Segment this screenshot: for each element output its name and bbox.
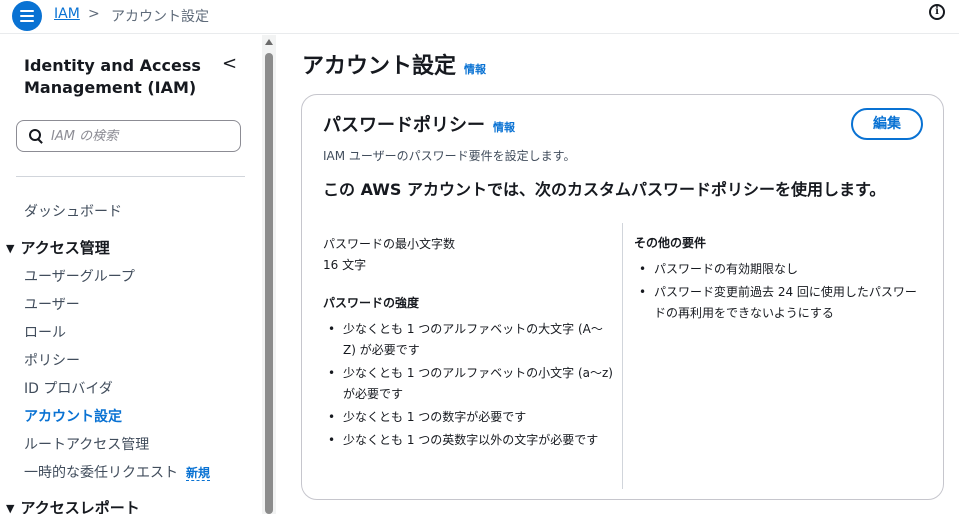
other-requirements-heading: その他の要件 (634, 236, 707, 250)
sidebar-item-account-settings[interactable]: アカウント設定 (24, 406, 122, 426)
card-description: IAM ユーザーのパスワード要件を設定します。 (323, 149, 576, 163)
search-icon (29, 129, 43, 143)
search-input[interactable] (51, 128, 221, 144)
search-box[interactable] (16, 120, 241, 152)
breadcrumb-current: アカウント設定 (111, 9, 209, 25)
list-item: パスワードの有効期限なし (634, 259, 924, 280)
sidebar-item-policies[interactable]: ポリシー (24, 350, 80, 370)
sidebar-item-dashboard[interactable]: ダッシュボード (24, 201, 122, 221)
edit-button[interactable]: 編集 (851, 108, 923, 140)
sidebar-scrollbar[interactable] (262, 35, 276, 514)
sidebar-item-user-groups[interactable]: ユーザーグループ (24, 266, 135, 286)
caret-down-icon: ▼ (6, 502, 15, 514)
sidebar-section-access-management[interactable]: ▼ アクセス管理 (6, 237, 110, 258)
sidebar-item-temporary-delegation[interactable]: 一時的な委任リクエスト 新規 (24, 462, 211, 482)
sidebar-section-label: アクセス管理 (20, 239, 110, 257)
sidebar-section-access-reports[interactable]: ▼ アクセスレポート (6, 497, 140, 514)
policy-heading: この AWS アカウントでは、次のカスタムパスワードポリシーを使用します。 (323, 180, 886, 199)
page-title: アカウント設定 情報 (302, 48, 486, 80)
list-item: 少なくとも 1 つのアルファベットの小文字 (a〜z) が必要です (323, 363, 613, 405)
top-navigation-bar: IAM > アカウント設定 i (0, 0, 959, 34)
sidebar-item-root-access-management[interactable]: ルートアクセス管理 (24, 434, 149, 454)
min-length-value: 16 文字 (323, 258, 367, 272)
list-item: 少なくとも 1 つのアルファベットの大文字 (A〜Z) が必要です (323, 319, 613, 361)
sidebar-item-roles[interactable]: ロール (24, 322, 66, 342)
sidebar-item-label: 一時的な委任リクエスト (24, 465, 178, 481)
card-info-link[interactable]: 情報 (493, 121, 515, 134)
list-item: パスワード変更前過去 24 回に使用したパスワードの再利用をできないようにする (634, 282, 924, 324)
new-badge: 新規 (186, 466, 211, 481)
caret-down-icon: ▼ (6, 242, 15, 255)
strength-list: 少なくとも 1 つのアルファベットの大文字 (A〜Z) が必要です 少なくとも … (323, 319, 613, 453)
scroll-thumb[interactable] (265, 53, 273, 514)
collapse-sidebar-icon[interactable]: < (222, 53, 237, 74)
password-policy-card: パスワードポリシー 情報 編集 IAM ユーザーのパスワード要件を設定します。 こ… (301, 94, 944, 500)
other-requirements-list: パスワードの有効期限なし パスワード変更前過去 24 回に使用したパスワードの再… (634, 259, 924, 326)
sidebar-item-users[interactable]: ユーザー (24, 294, 80, 314)
sidebar-divider (16, 176, 245, 177)
list-item: 少なくとも 1 つの数字が必要です (323, 407, 613, 428)
breadcrumb-chevron-icon: > (88, 6, 100, 22)
card-title-text: パスワードポリシー (323, 115, 485, 136)
strength-heading: パスワードの強度 (323, 296, 420, 310)
sidebar-title: Identity and Access Management (IAM) (24, 56, 201, 97)
info-icon[interactable]: i (929, 4, 945, 20)
card-title: パスワードポリシー 情報 (323, 111, 515, 137)
menu-icon[interactable] (12, 1, 42, 31)
min-length-label: パスワードの最小文字数 (323, 237, 456, 251)
list-item: 少なくとも 1 つの英数字以外の文字が必要です (323, 430, 613, 451)
sidebar: Identity and Access Management (IAM) < ダ… (0, 35, 262, 514)
scroll-up-arrow-icon[interactable] (265, 39, 273, 45)
breadcrumb-iam-link[interactable]: IAM (54, 6, 80, 22)
sidebar-section-label: アクセスレポート (20, 499, 140, 514)
page-info-link[interactable]: 情報 (464, 63, 486, 76)
column-divider (622, 223, 623, 489)
page-title-text: アカウント設定 (302, 54, 457, 79)
sidebar-item-identity-providers[interactable]: ID プロバイダ (24, 378, 113, 398)
